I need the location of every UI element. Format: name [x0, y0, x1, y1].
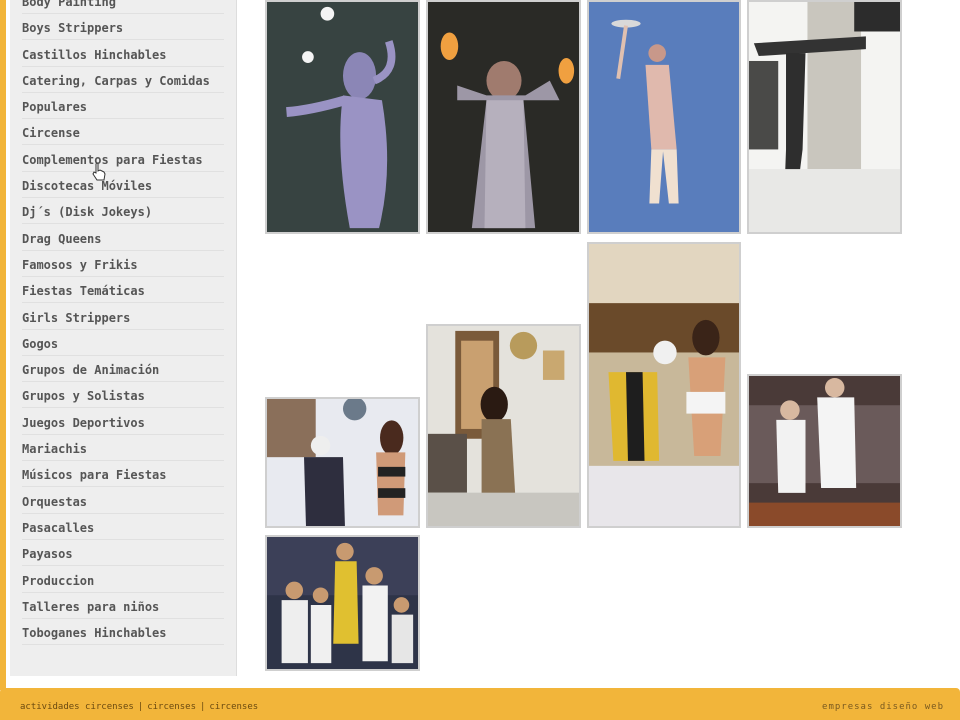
sidebar-item-musicos-fiestas[interactable]: Músicos para Fiestas	[22, 461, 224, 488]
footer-separator: |	[137, 702, 144, 712]
sidebar-item-drag-queens[interactable]: Drag Queens	[22, 224, 224, 251]
sidebar-link[interactable]: Populares	[22, 100, 87, 114]
sidebar-link[interactable]: Juegos Deportivos	[22, 416, 145, 430]
photo-illustration	[589, 2, 739, 232]
sidebar-link[interactable]: Produccion	[22, 574, 94, 588]
sidebar-item-girls-strippers[interactable]: Girls Strippers	[22, 303, 224, 330]
footer-link-actividades-circenses[interactable]: actividades circenses	[20, 702, 134, 712]
footer-separator: |	[200, 702, 206, 712]
sidebar-item-populares[interactable]: Populares	[22, 93, 224, 120]
sidebar-item-gogos[interactable]: Gogos	[22, 330, 224, 356]
category-list: Body Painting Boys Strippers Castillos H…	[10, 0, 236, 646]
sidebar-link[interactable]: Pasacalles	[22, 521, 94, 535]
gallery-photo-1[interactable]	[265, 0, 420, 234]
footer-credit-link[interactable]: empresas diseño web	[822, 702, 944, 712]
sidebar-link[interactable]: Drag Queens	[22, 232, 101, 246]
sidebar-item-fiestas-tematicas[interactable]: Fiestas Temáticas	[22, 277, 224, 304]
sidebar-item-grupos-solistas[interactable]: Grupos y Solistas	[22, 382, 224, 409]
sidebar-item-produccion[interactable]: Produccion	[22, 566, 224, 593]
footer-link-circenses-2[interactable]: circenses	[209, 702, 258, 712]
sidebar-item-castillos-hinchables[interactable]: Castillos Hinchables	[22, 40, 224, 67]
sidebar-item-juegos-deportivos[interactable]: Juegos Deportivos	[22, 408, 224, 435]
sidebar-link[interactable]: Boys Strippers	[22, 21, 123, 35]
photo-illustration	[428, 326, 579, 526]
hand-pointer-cursor-icon	[92, 162, 106, 181]
sidebar-item-toboganes-hinchables[interactable]: Toboganes Hinchables	[22, 619, 224, 646]
sidebar-item-pasacalles[interactable]: Pasacalles	[22, 514, 224, 540]
sidebar-link[interactable]: Grupos de Animación	[22, 363, 159, 377]
sidebar-item-mariachis[interactable]: Mariachis	[22, 435, 224, 462]
footer-links: actividades circenses | circenses | circense…	[20, 702, 258, 712]
photo-illustration	[749, 2, 900, 232]
sidebar-item-body-painting[interactable]: Body Painting	[22, 0, 224, 14]
sidebar-item-grupos-animacion[interactable]: Grupos de Animación	[22, 356, 224, 383]
sidebar-link[interactable]: Talleres para niños	[22, 600, 159, 614]
sidebar-link[interactable]: Castillos Hinchables	[22, 48, 167, 62]
photo-illustration	[428, 2, 579, 232]
sidebar-link[interactable]: Toboganes Hinchables	[22, 626, 167, 640]
gallery-photo-9[interactable]	[265, 535, 420, 671]
gallery-photo-4[interactable]	[747, 0, 902, 234]
sidebar-link[interactable]: Body Painting	[22, 0, 116, 9]
sidebar-item-circense[interactable]: Circense	[22, 119, 224, 146]
sidebar-item-boys-strippers[interactable]: Boys Strippers	[22, 14, 224, 41]
sidebar-item-complementos[interactable]: Complementos para Fiestas	[22, 145, 224, 172]
sidebar-link[interactable]: Complementos para Fiestas	[22, 153, 203, 167]
sidebar-link[interactable]: Catering, Carpas y Comidas	[22, 74, 210, 88]
sidebar-link[interactable]: Fiestas Temáticas	[22, 284, 145, 298]
page-footer: actividades circenses | circenses | circense…	[0, 688, 960, 720]
sidebar-item-djs[interactable]: Dj´s (Disk Jokeys)	[22, 198, 224, 225]
gallery-photo-7[interactable]	[587, 242, 741, 528]
sidebar-item-orquestas[interactable]: Orquestas	[22, 487, 224, 514]
photo-illustration	[749, 376, 900, 526]
sidebar-link[interactable]: Gogos	[22, 337, 58, 351]
gallery-photo-6[interactable]	[426, 324, 581, 528]
gallery-photo-8[interactable]	[747, 374, 902, 528]
sidebar-link[interactable]: Grupos y Solistas	[22, 389, 145, 403]
sidebar-item-talleres-ninos[interactable]: Talleres para niños	[22, 593, 224, 619]
sidebar-item-discotecas-moviles[interactable]: Discotecas Móviles	[22, 172, 224, 199]
sidebar-link[interactable]: Discotecas Móviles	[22, 179, 152, 193]
footer-link-circenses[interactable]: circenses	[147, 702, 196, 712]
category-sidebar: Body Painting Boys Strippers Castillos H…	[10, 0, 237, 676]
gallery-photo-2[interactable]	[426, 0, 581, 234]
gallery-photo-3[interactable]	[587, 0, 741, 234]
sidebar-link[interactable]: Girls Strippers	[22, 311, 130, 325]
sidebar-link[interactable]: Famosos y Frikis	[22, 258, 138, 272]
sidebar-link[interactable]: Dj´s (Disk Jokeys)	[22, 205, 152, 219]
photo-illustration	[267, 537, 418, 669]
sidebar-link[interactable]: Circense	[22, 126, 80, 140]
sidebar-item-catering[interactable]: Catering, Carpas y Comidas	[22, 67, 224, 93]
sidebar-item-payasos[interactable]: Payasos	[22, 540, 224, 567]
gallery-photo-5[interactable]	[265, 397, 420, 528]
photo-illustration	[589, 244, 739, 526]
sidebar-link[interactable]: Músicos para Fiestas	[22, 468, 167, 482]
sidebar-link[interactable]: Payasos	[22, 547, 73, 561]
sidebar-link[interactable]: Orquestas	[22, 495, 87, 509]
photo-illustration	[267, 399, 418, 526]
left-accent-strip	[0, 0, 6, 690]
photo-illustration	[267, 2, 418, 232]
sidebar-link[interactable]: Mariachis	[22, 442, 87, 456]
sidebar-item-famosos-frikis[interactable]: Famosos y Frikis	[22, 251, 224, 277]
